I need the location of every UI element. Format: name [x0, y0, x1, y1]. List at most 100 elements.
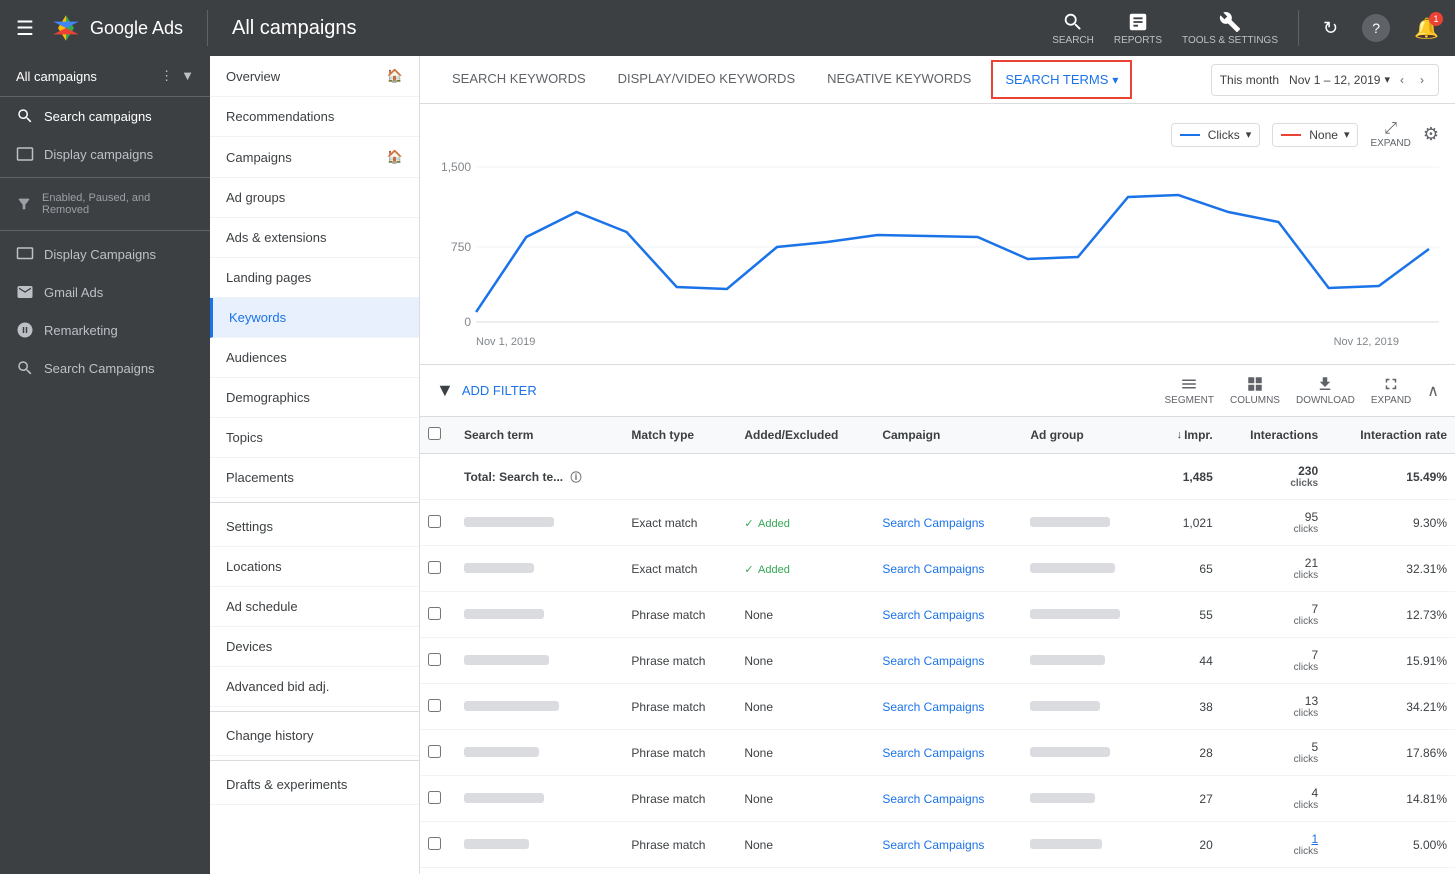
row-checkbox-cell[interactable]: [420, 868, 456, 874]
sidebar-item-search-campaigns-2[interactable]: Search Campaigns: [0, 349, 210, 387]
sidebar-item-label: Gmail Ads: [44, 285, 103, 300]
row-checkbox[interactable]: [428, 745, 441, 758]
row-checkbox-cell[interactable]: [420, 592, 456, 638]
second-sidebar-demographics[interactable]: Demographics: [210, 378, 419, 418]
campaign-cell[interactable]: Search Campaigns: [874, 546, 1022, 592]
tab-display-video[interactable]: DISPLAY/VIDEO KEYWORDS: [602, 57, 811, 103]
campaign-link[interactable]: Search Campaigns: [882, 838, 984, 852]
campaign-cell[interactable]: Search Campaigns: [874, 638, 1022, 684]
campaign-cell[interactable]: Search Campaigns: [874, 592, 1022, 638]
second-sidebar-bid-adj[interactable]: Advanced bid adj.: [210, 667, 419, 707]
campaign-link[interactable]: Search Campaigns: [882, 654, 984, 668]
campaign-link[interactable]: Search Campaigns: [882, 792, 984, 806]
sidebar-item-enabled-paused[interactable]: Enabled, Paused, andRemoved: [0, 182, 210, 226]
second-sidebar-ads-extensions[interactable]: Ads & extensions: [210, 218, 419, 258]
rate-cell: 5.00%: [1326, 822, 1455, 868]
row-checkbox-cell[interactable]: [420, 500, 456, 546]
sidebar-item-display-campaigns-2[interactable]: Display Campaigns: [0, 235, 210, 273]
tab-search-terms[interactable]: SEARCH TERMS ▾: [991, 60, 1132, 99]
refresh-button[interactable]: ↻: [1323, 18, 1338, 39]
second-sidebar-placements[interactable]: Placements: [210, 458, 419, 498]
collapse-button[interactable]: ∧: [1427, 381, 1439, 401]
svg-text:0: 0: [464, 315, 471, 329]
none-control[interactable]: None ▾: [1272, 123, 1358, 147]
second-sidebar-devices[interactable]: Devices: [210, 627, 419, 667]
row-checkbox[interactable]: [428, 561, 441, 574]
row-checkbox[interactable]: [428, 699, 441, 712]
row-checkbox[interactable]: [428, 607, 441, 620]
date-dropdown-icon: ▾: [1384, 73, 1390, 86]
second-sidebar-topics[interactable]: Topics: [210, 418, 419, 458]
more-options-icon[interactable]: ⋮: [160, 68, 173, 84]
tab-search-keywords[interactable]: SEARCH KEYWORDS: [436, 57, 602, 103]
help-button[interactable]: ?: [1362, 14, 1390, 42]
campaign-cell[interactable]: Search Campaigns: [874, 776, 1022, 822]
row-checkbox-cell[interactable]: [420, 638, 456, 684]
second-sidebar-recommendations[interactable]: Recommendations: [210, 97, 419, 137]
reports-nav-icon[interactable]: REPORTS: [1114, 11, 1162, 46]
sidebar-item-display-campaigns[interactable]: Display campaigns: [0, 135, 210, 173]
expand-chart-button[interactable]: ⤢ EXPAND: [1370, 120, 1410, 149]
campaign-link[interactable]: Search Campaigns: [882, 516, 984, 530]
row-checkbox-cell[interactable]: [420, 822, 456, 868]
total-info-icon[interactable]: ⓘ: [570, 472, 581, 484]
select-all-checkbox[interactable]: [428, 427, 441, 440]
row-checkbox-cell[interactable]: [420, 730, 456, 776]
row-checkbox-cell[interactable]: [420, 546, 456, 592]
chart-settings-button[interactable]: ⚙: [1423, 124, 1439, 145]
campaign-cell[interactable]: Search Campaigns: [874, 684, 1022, 730]
campaign-link[interactable]: Search Campaigns: [882, 562, 984, 576]
total-text: Total: Search te...: [464, 470, 563, 484]
second-sidebar-landing-pages[interactable]: Landing pages: [210, 258, 419, 298]
second-sidebar-audiences[interactable]: Audiences: [210, 338, 419, 378]
campaigns-label: Campaigns: [226, 150, 292, 165]
ad-group-cell: [1022, 592, 1155, 638]
clicks-control[interactable]: Clicks ▾: [1171, 123, 1261, 147]
campaign-link[interactable]: Search Campaigns: [882, 700, 984, 714]
campaign-cell[interactable]: Search Campaigns: [874, 868, 1022, 874]
date-next-button[interactable]: ›: [1414, 69, 1430, 91]
row-checkbox[interactable]: [428, 653, 441, 666]
campaign-link[interactable]: Search Campaigns: [882, 746, 984, 760]
row-checkbox-cell[interactable]: [420, 684, 456, 730]
segment-button[interactable]: SEGMENT: [1165, 375, 1214, 406]
date-range-selector[interactable]: This month Nov 1 – 12, 2019 ▾ ‹ ›: [1211, 64, 1439, 96]
second-sidebar-change-history[interactable]: Change history: [210, 716, 419, 756]
tools-nav-icon[interactable]: TOOLS & SETTINGS: [1182, 11, 1278, 46]
tab-negative-keywords[interactable]: NEGATIVE KEYWORDS: [811, 57, 987, 103]
sidebar-item-search-campaigns[interactable]: Search campaigns: [0, 97, 210, 135]
campaign-cell[interactable]: Search Campaigns: [874, 500, 1022, 546]
hamburger-menu[interactable]: ☰: [16, 16, 34, 41]
added-badge: ✓ Added: [744, 564, 789, 576]
second-sidebar-campaigns[interactable]: Campaigns 🏠: [210, 137, 419, 178]
second-sidebar-locations[interactable]: Locations: [210, 547, 419, 587]
sidebar-item-gmail-ads[interactable]: Gmail Ads: [0, 273, 210, 311]
campaign-cell[interactable]: Search Campaigns: [874, 730, 1022, 776]
second-sidebar-overview[interactable]: Overview 🏠: [210, 56, 419, 97]
nav-divider: [207, 10, 208, 46]
select-all-header[interactable]: [420, 417, 456, 454]
google-logo-icon: [50, 12, 82, 44]
add-filter-button[interactable]: ADD FILTER: [462, 383, 537, 398]
sidebar-item-remarketing[interactable]: Remarketing: [0, 311, 210, 349]
collapse-sidebar-icon[interactable]: ▼: [181, 68, 194, 84]
second-sidebar-ad-schedule[interactable]: Ad schedule: [210, 587, 419, 627]
expand-table-button[interactable]: EXPAND: [1371, 375, 1411, 406]
notifications-button[interactable]: 🔔1: [1414, 16, 1439, 41]
download-button[interactable]: DOWNLOAD: [1296, 375, 1355, 406]
impr-cell: 27: [1155, 776, 1220, 822]
date-prev-button[interactable]: ‹: [1394, 69, 1410, 91]
row-checkbox[interactable]: [428, 791, 441, 804]
impr-header[interactable]: ↓ Impr.: [1155, 417, 1220, 454]
columns-button[interactable]: COLUMNS: [1230, 375, 1280, 406]
campaign-cell[interactable]: Search Campaigns: [874, 822, 1022, 868]
second-sidebar-keywords[interactable]: Keywords: [210, 298, 419, 338]
second-sidebar-ad-groups[interactable]: Ad groups: [210, 178, 419, 218]
row-checkbox[interactable]: [428, 837, 441, 850]
campaign-link[interactable]: Search Campaigns: [882, 608, 984, 622]
search-nav-icon[interactable]: SEARCH: [1052, 11, 1094, 46]
second-sidebar-drafts[interactable]: Drafts & experiments: [210, 765, 419, 805]
row-checkbox[interactable]: [428, 515, 441, 528]
row-checkbox-cell[interactable]: [420, 776, 456, 822]
second-sidebar-settings[interactable]: Settings: [210, 507, 419, 547]
